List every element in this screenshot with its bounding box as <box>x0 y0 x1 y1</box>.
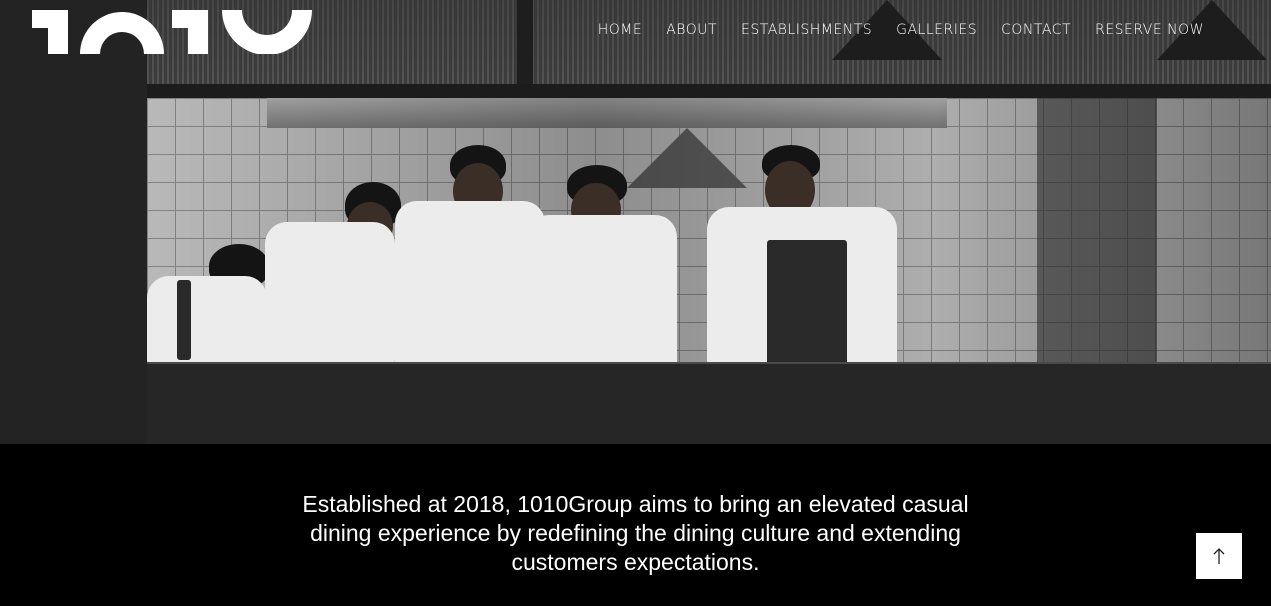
hero-image <box>147 0 1271 444</box>
nav-item-about[interactable]: ABOUT <box>654 20 729 40</box>
intro-text: Established at 2018, 1010Group aims to b… <box>302 491 969 575</box>
nav-item-reserve-now[interactable]: RESERVE NOW <box>1083 20 1216 40</box>
nav-item-home[interactable]: HOME <box>586 20 654 40</box>
brand-logo[interactable] <box>32 10 312 54</box>
nav-item-galleries[interactable]: GALLERIES <box>884 20 989 40</box>
main-nav: HOME ABOUT ESTABLISHMENTS GALLERIES CONT… <box>586 20 1216 40</box>
intro-section: Established at 2018, 1010Group aims to b… <box>0 490 1271 577</box>
nav-item-contact[interactable]: CONTACT <box>989 20 1083 40</box>
hero-section <box>0 0 1271 444</box>
arrow-up-icon <box>1213 548 1225 564</box>
back-to-top-button[interactable] <box>1196 533 1242 579</box>
logo-mark <box>32 10 312 54</box>
nav-item-establishments[interactable]: ESTABLISHMENTS <box>729 20 884 40</box>
